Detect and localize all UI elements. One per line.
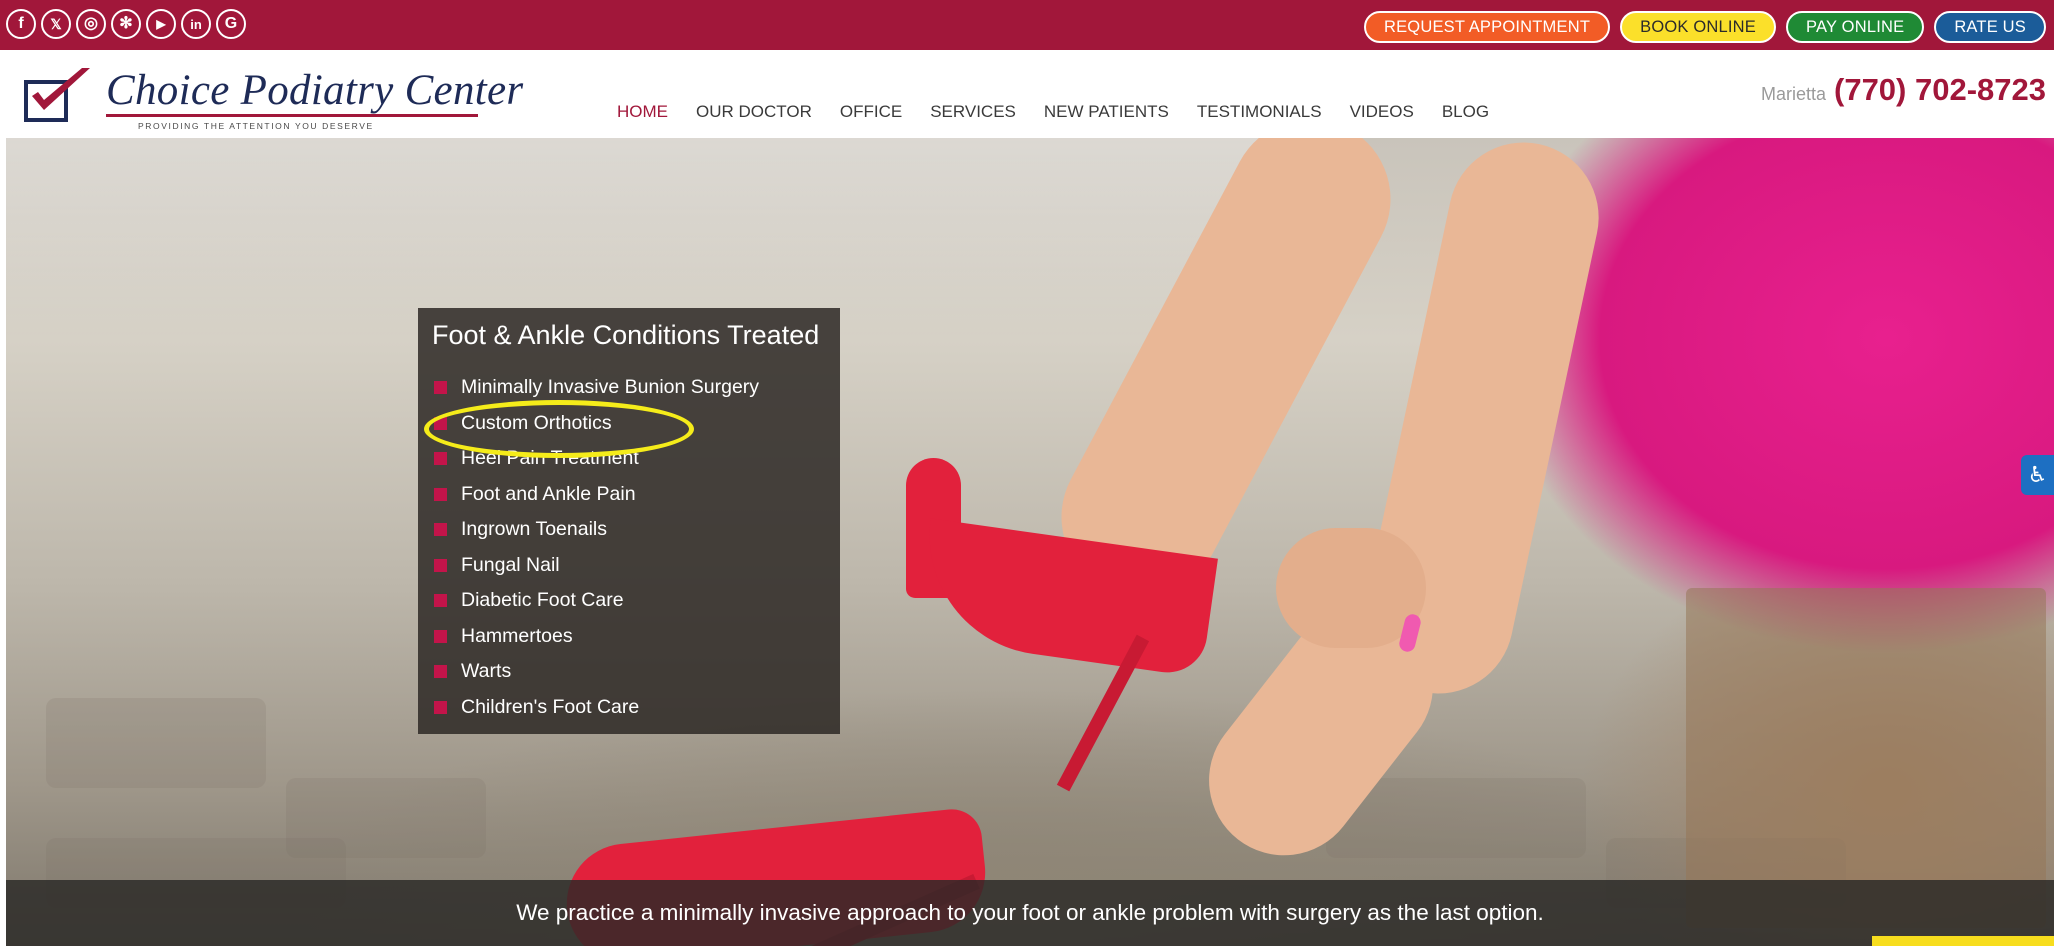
nav-our-doctor[interactable]: OUR DOCTOR bbox=[696, 102, 812, 126]
condition-item[interactable]: Diabetic Foot Care bbox=[434, 583, 759, 619]
logo-underline bbox=[106, 114, 478, 117]
condition-label: Hammertoes bbox=[461, 624, 573, 647]
phone-number-link[interactable]: (770) 702-8723 bbox=[1834, 72, 2046, 108]
logo-tagline: PROVIDING THE ATTENTION YOU DESERVE bbox=[138, 121, 374, 131]
nav-videos[interactable]: VIDEOS bbox=[1350, 102, 1414, 126]
city-label: Marietta bbox=[1760, 84, 1826, 104]
condition-label: Minimally Invasive Bunion Surgery bbox=[461, 376, 760, 399]
condition-label: Warts bbox=[461, 660, 512, 683]
book-online-button[interactable]: BOOK ONLINE bbox=[1620, 11, 1777, 43]
bullet-square-icon bbox=[434, 665, 447, 679]
x-twitter-icon[interactable]: 𝕏 bbox=[41, 9, 71, 39]
bullet-square-icon bbox=[434, 452, 447, 466]
hero-caption: We practice a minimally invasive approac… bbox=[516, 900, 1544, 925]
bullet-square-icon bbox=[434, 487, 447, 501]
condition-label: Ingrown Toenails bbox=[461, 518, 607, 541]
condition-item[interactable]: Children's Foot Care bbox=[434, 690, 759, 726]
bullet-square-icon bbox=[434, 594, 447, 608]
nav-office[interactable]: OFFICE bbox=[840, 102, 902, 126]
conditions-title: Foot & Ankle Conditions Treated bbox=[432, 320, 820, 350]
hero-caption-bar: We practice a minimally invasive approac… bbox=[6, 880, 2054, 946]
yellow-badge[interactable] bbox=[1872, 936, 2054, 946]
main-nav: HOME OUR DOCTOR OFFICE SERVICES NEW PATI… bbox=[617, 102, 1517, 126]
condition-item[interactable]: Hammertoes bbox=[434, 619, 759, 655]
youtube-icon[interactable]: ▶ bbox=[146, 9, 176, 39]
stone-step bbox=[1686, 588, 2046, 928]
nav-testimonials[interactable]: TESTIMONIALS bbox=[1197, 102, 1322, 126]
condition-label: Children's Foot Care bbox=[461, 695, 640, 718]
logo-name: Choice Podiatry Center bbox=[106, 67, 524, 114]
yelp-icon[interactable]: ✻ bbox=[111, 9, 141, 39]
contact-phone: Marietta (770) 702-8723 bbox=[1761, 72, 2046, 108]
site-logo[interactable]: Choice Podiatry Center PROVIDING THE ATT… bbox=[22, 60, 523, 136]
top-buttons: REQUEST APPOINTMENT BOOK ONLINE PAY ONLI… bbox=[1363, 11, 2046, 43]
google-icon[interactable]: G bbox=[216, 9, 246, 39]
pay-online-button[interactable]: PAY ONLINE bbox=[1786, 11, 1925, 43]
linkedin-icon[interactable]: in bbox=[181, 9, 211, 39]
condition-label: Diabetic Foot Care bbox=[461, 589, 624, 612]
bullet-square-icon bbox=[434, 700, 447, 714]
social-links: f 𝕏 ◎ ✻ ▶ in G bbox=[6, 9, 246, 39]
checkbox-logo-icon bbox=[24, 68, 90, 122]
condition-item[interactable]: Ingrown Toenails bbox=[434, 512, 759, 548]
facebook-icon[interactable]: f bbox=[6, 9, 36, 39]
nav-blog[interactable]: BLOG bbox=[1442, 102, 1489, 126]
cobblestone bbox=[46, 698, 266, 788]
condition-label: Fungal Nail bbox=[461, 553, 560, 576]
bullet-square-icon bbox=[434, 558, 447, 572]
bullet-square-icon bbox=[434, 523, 447, 537]
instagram-icon[interactable]: ◎ bbox=[76, 9, 106, 39]
condition-item[interactable]: Foot and Ankle Pain bbox=[434, 477, 759, 513]
bullet-square-icon bbox=[434, 381, 447, 395]
bullet-square-icon bbox=[434, 629, 447, 643]
hero-image bbox=[6, 138, 2054, 946]
highlight-circle bbox=[424, 400, 694, 458]
nav-services[interactable]: SERVICES bbox=[930, 102, 1016, 126]
condition-item[interactable]: Fungal Nail bbox=[434, 548, 759, 584]
nav-new-patients[interactable]: NEW PATIENTS bbox=[1044, 102, 1169, 126]
request-appointment-button[interactable]: REQUEST APPOINTMENT bbox=[1363, 11, 1611, 43]
rate-us-button[interactable]: RATE US bbox=[1934, 11, 2046, 43]
condition-label: Foot and Ankle Pain bbox=[461, 482, 636, 505]
condition-item[interactable]: Warts bbox=[434, 654, 759, 690]
top-bar: f 𝕏 ◎ ✻ ▶ in G REQUEST APPOINTMENT BOOK … bbox=[0, 0, 2054, 50]
nav-home[interactable]: HOME bbox=[617, 102, 668, 126]
accessibility-icon[interactable]: ♿ bbox=[2021, 455, 2054, 495]
conditions-panel: Foot & Ankle Conditions Treated Minimall… bbox=[418, 308, 840, 734]
